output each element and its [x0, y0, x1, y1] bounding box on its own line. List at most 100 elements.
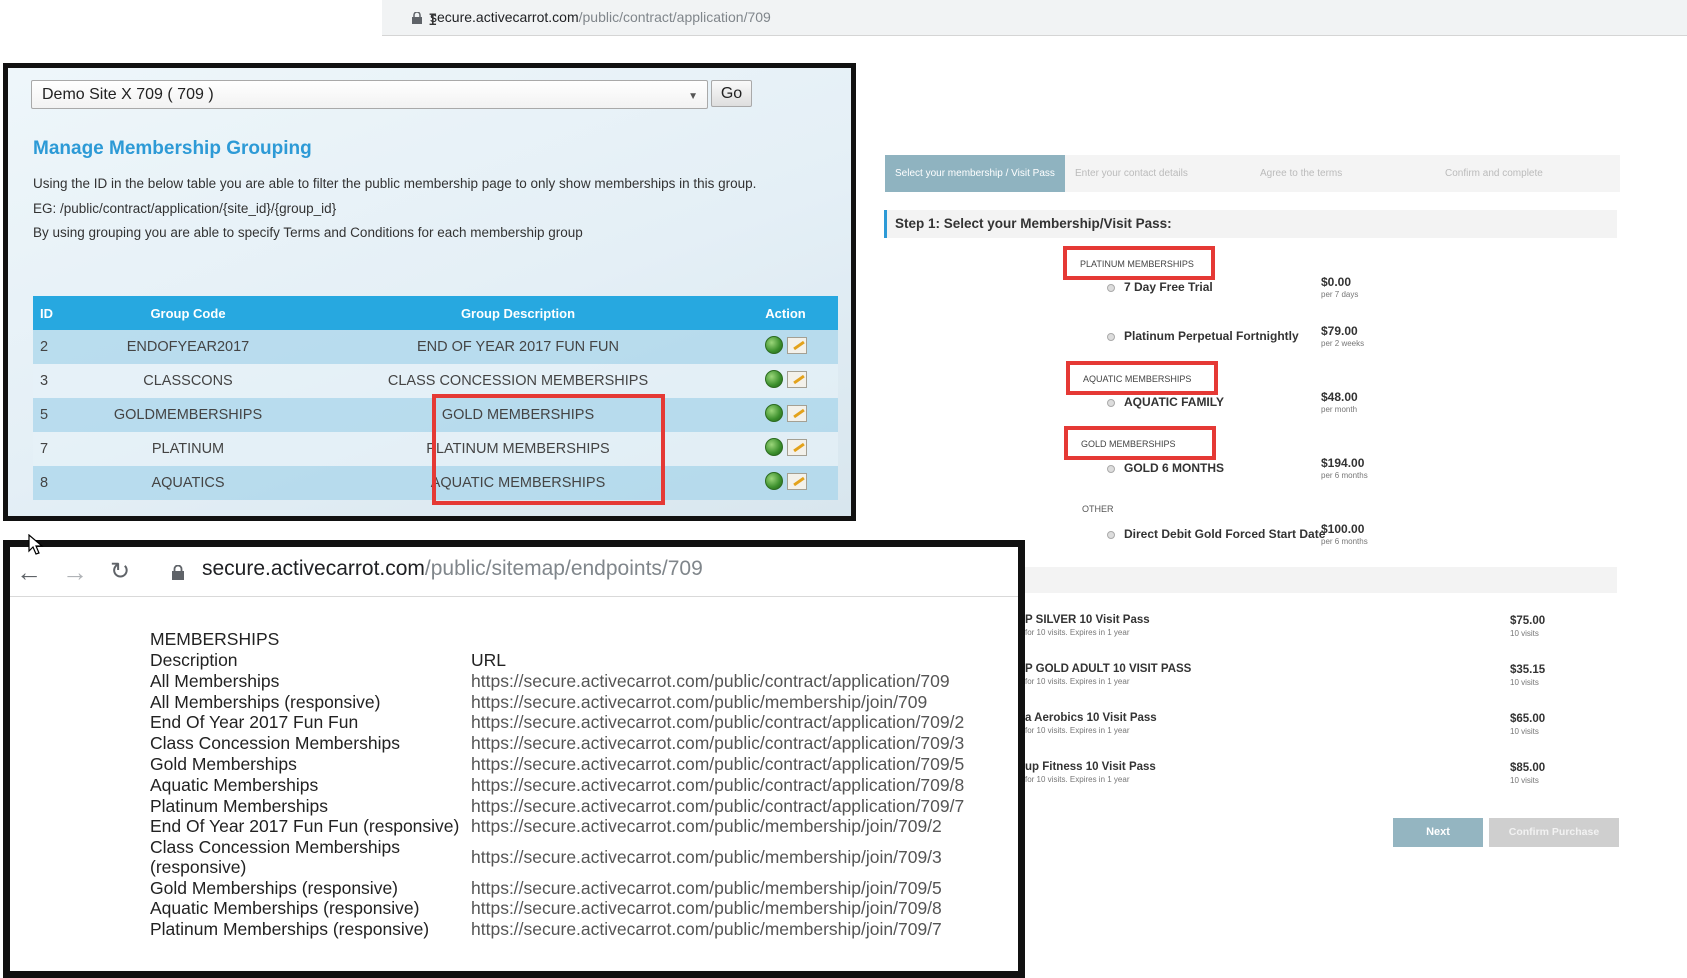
endpoint-description: Platinum Memberships (responsive) [150, 919, 430, 939]
sitemap-address-bar: ← → ↻ secure.activecarrot.com/public/sit… [10, 547, 1018, 597]
visit-count: 10 visits [1510, 629, 1539, 638]
globe-icon[interactable] [764, 404, 783, 422]
membership-option[interactable]: GOLD 6 MONTHS [1107, 461, 1224, 475]
visit-count: 10 visits [1510, 727, 1539, 736]
row-actions [733, 364, 838, 398]
visit-pass-name: up Fitness 10 Visit Pass [1025, 761, 1156, 773]
row-group-code: CLASSCONS [73, 364, 303, 398]
lock-icon [412, 12, 422, 24]
endpoint-url[interactable]: https://secure.activecarrot.com/public/m… [471, 919, 942, 940]
price-period: per 6 months [1321, 471, 1368, 480]
visit-pass-option[interactable]: P SILVER 10 Visit Pass for 10 visits. Exp… [1025, 614, 1150, 637]
edit-icon[interactable] [786, 370, 807, 388]
section-title: MEMBERSHIPS [150, 629, 280, 649]
next-button[interactable]: Next [1393, 818, 1483, 847]
visit-pass-name: P GOLD ADULT 10 VISIT PASS [1025, 663, 1192, 675]
col-header-group-code[interactable]: Group Code [73, 296, 303, 330]
col-header-description: Description [150, 650, 238, 670]
endpoint-url[interactable]: https://secure.activecarrot.com/public/m… [471, 816, 942, 837]
back-arrow-icon[interactable]: ← [16, 557, 42, 588]
membership-option[interactable]: Platinum Perpetual Fortnightly [1107, 329, 1299, 343]
option-name: GOLD 6 MONTHS [1124, 461, 1225, 475]
sitemap-url-text[interactable]: secure.activecarrot.com/public/sitemap/e… [202, 557, 703, 581]
row-group-code: PLATINUM [73, 432, 303, 466]
visit-pass-option[interactable]: P GOLD ADULT 10 VISIT PASS for 10 visits.… [1025, 663, 1191, 686]
radio-button[interactable] [1107, 530, 1115, 539]
price-value: $0.00 [1321, 275, 1352, 289]
highlight-box [432, 394, 665, 505]
col-header-id[interactable]: ID [33, 296, 73, 330]
endpoint-description: Aquatic Memberships [150, 775, 319, 795]
row-id: 3 [33, 364, 73, 398]
row-id: 8 [33, 466, 73, 500]
membership-option[interactable]: 7 Day Free Trial [1107, 280, 1213, 294]
price-period: per 2 weeks [1321, 339, 1365, 348]
site-select[interactable]: Demo Site X 709 ( 709 ) ▼ [31, 80, 708, 109]
globe-icon[interactable] [764, 438, 783, 456]
edit-icon[interactable] [786, 438, 807, 456]
option-name: Platinum Perpetual Fortnightly [1124, 329, 1299, 343]
visit-pass-option[interactable]: up Fitness 10 Visit Pass for 10 visits. E… [1025, 761, 1156, 784]
visit-pass-detail: for 10 visits. Expires in 1 year [1025, 628, 1130, 637]
radio-button[interactable] [1107, 283, 1115, 292]
step-tab-terms[interactable]: Agree to the terms [1250, 155, 1435, 192]
globe-icon[interactable] [764, 472, 783, 490]
endpoint-url[interactable]: https://secure.activecarrot.com/public/m… [471, 847, 942, 868]
endpoint-description: Gold Memberships (responsive) [150, 878, 399, 898]
membership-option[interactable]: AQUATIC FAMILY [1107, 395, 1224, 409]
radio-button[interactable] [1107, 398, 1115, 407]
table-row: 2 ENDOFYEAR2017 END OF YEAR 2017 FUN FUN [33, 330, 838, 364]
endpoint-url[interactable]: https://secure.activecarrot.com/public/m… [471, 878, 942, 899]
endpoint-url[interactable]: https://secure.activecarrot.com/public/c… [471, 733, 964, 754]
go-button[interactable]: Go [711, 80, 752, 107]
lock-icon [172, 565, 184, 580]
endpoint-description: Gold Memberships [150, 754, 297, 774]
col-header-action: Action [733, 296, 838, 330]
reload-icon[interactable]: ↻ [110, 557, 130, 586]
price-value: $75.00 [1510, 615, 1546, 627]
price-period: per 7 days [1321, 290, 1359, 299]
endpoint-description: Class Concession Memberships [150, 837, 400, 857]
globe-icon[interactable] [764, 370, 783, 388]
endpoint-url[interactable]: https://secure.activecarrot.com/public/c… [471, 796, 964, 817]
endpoint-url[interactable]: https://secure.activecarrot.com/public/c… [471, 754, 964, 775]
radio-button[interactable] [1107, 464, 1115, 473]
row-group-description: END OF YEAR 2017 FUN FUN [303, 330, 733, 364]
step-tab-contact[interactable]: Enter your contact details [1065, 155, 1250, 192]
group-label-gold: GOLD MEMBERSHIPS [1064, 426, 1216, 460]
price-value: $85.00 [1510, 762, 1546, 774]
endpoint-url[interactable]: https://secure.activecarrot.com/public/c… [471, 775, 964, 796]
endpoint-url[interactable]: https://secure.activecarrot.com/public/c… [471, 712, 964, 733]
row-id: 7 [33, 432, 73, 466]
info-text-2: EG: /public/contract/application/{site_i… [33, 201, 337, 216]
endpoint-url[interactable]: https://secure.activecarrot.com/public/m… [471, 692, 927, 713]
visit-pass-price: $35.15 10 visits [1510, 664, 1545, 687]
row-actions [733, 398, 838, 432]
globe-icon[interactable] [764, 336, 783, 354]
forward-arrow-icon[interactable]: → [62, 557, 88, 588]
endpoint-url[interactable]: https://secure.activecarrot.com/public/c… [471, 671, 950, 692]
edit-icon[interactable] [786, 336, 807, 354]
endpoint-description: Aquatic Memberships (responsive) [150, 898, 420, 918]
edit-icon[interactable] [786, 404, 807, 422]
step-tab-select[interactable]: Select your membership / Visit Pass [885, 155, 1065, 192]
site-select-value: Demo Site X 709 ( 709 ) [42, 86, 214, 103]
top-address-bar[interactable]: secure.activecarrot.com/public/contract/… [382, 0, 1687, 36]
radio-button[interactable] [1107, 332, 1115, 341]
info-text-3: By using grouping you are able to specif… [33, 225, 583, 240]
endpoint-url[interactable]: https://secure.activecarrot.com/public/m… [471, 898, 942, 919]
edit-icon[interactable] [786, 472, 807, 490]
mouse-pointer-icon [28, 534, 44, 555]
chevron-down-icon: ▼ [688, 91, 698, 102]
manage-grouping-panel: Demo Site X 709 ( 709 ) ▼ Go Manage Memb… [3, 63, 856, 521]
visit-count: 10 visits [1510, 776, 1539, 785]
col-header-group-description[interactable]: Group Description [303, 296, 733, 330]
step-tab-confirm[interactable]: Confirm and complete [1435, 155, 1620, 192]
visit-pass-option[interactable]: a Aerobics 10 Visit Pass for 10 visits. E… [1025, 712, 1157, 735]
row-group-code: AQUATICS [73, 466, 303, 500]
confirm-purchase-button[interactable]: Confirm Purchase [1489, 818, 1619, 847]
table-row: 3 CLASSCONS CLASS CONCESSION MEMBERSHIPS [33, 364, 838, 398]
row-group-code: GOLDMEMBERSHIPS [73, 398, 303, 432]
membership-option[interactable]: Direct Debit Gold Forced Start Date [1107, 527, 1325, 541]
row-id: 5 [33, 398, 73, 432]
